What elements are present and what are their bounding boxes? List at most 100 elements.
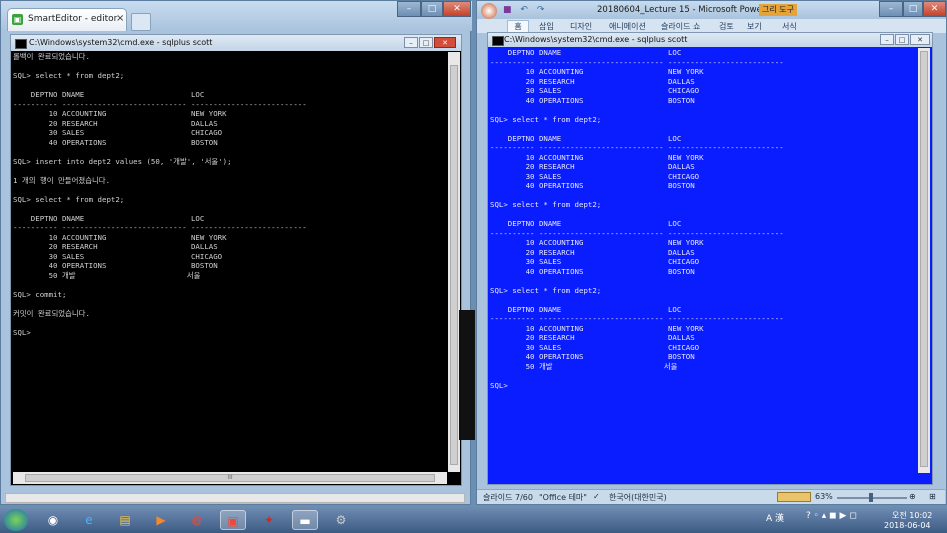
close-button[interactable]: ✕ [443,1,471,17]
internet-explorer-icon[interactable]: e [76,510,102,530]
cmd-right-line [490,191,918,201]
cmd-right-line [490,276,918,286]
start-button[interactable] [4,509,28,531]
cmd-right-line: 10 ACCOUNTING NEW YORK [490,238,704,247]
smarteditor-tab[interactable]: ▣ SmartEditor - editor × [7,8,127,31]
ppt-title-bar[interactable]: ■ ↶ ↷ 20180604_Lecture 15 - Microsoft Po… [477,1,946,19]
file-explorer-icon[interactable]: ▤ [112,510,138,530]
clock-date[interactable]: 2018-06-04 [884,521,931,530]
acrobat-icon[interactable]: ✦ [256,510,282,530]
tab-insert[interactable]: 삽입 [539,21,554,32]
ppt-maximize-button[interactable]: □ [903,1,923,17]
cmd-left-line: 롤백이 완료되었습니다. [13,52,90,61]
cmd-right-maximize-button[interactable]: □ [895,34,909,45]
cmd-right-line: 10 ACCOUNTING NEW YORK [490,67,704,76]
editor-horizontal-scrollbar[interactable] [5,493,465,503]
cmd-output[interactable]: 롤백이 완료되었습니다. SQL> select * from dept2; D… [13,52,447,472]
cmd-window-left[interactable]: C:\Windows\system32\cmd.exe - sqlplus sc… [10,34,462,486]
cmd-right-line: ---------- ---------------------------- … [490,57,784,67]
cmd-right-line: ---------- ---------------------------- … [490,143,784,152]
save-icon[interactable]: ■ [503,5,512,15]
cmd-title-bar-right[interactable]: C:\Windows\system32\cmd.exe - sqlplus sc… [488,33,932,47]
cmd-right-line: ---------- ---------------------------- … [490,314,784,323]
tab-animations[interactable]: 애니메이션 [609,21,646,32]
cmd-right-line: 20 RESEARCH DALLAS [490,162,695,171]
cmd-title: C:\Windows\system32\cmd.exe - sqlplus sc… [29,38,213,47]
cmd-right-line [490,105,918,115]
undo-icon[interactable]: ↶ [520,5,528,15]
cmd-right-line: 30 SALES CHICAGO [490,86,700,95]
tab-slideshow[interactable]: 슬라이드 쇼 [661,21,700,32]
vertical-scroll-thumb-right[interactable] [920,51,928,467]
ppt-minimize-button[interactable]: – [879,1,903,17]
cmd-right-line: 50 개발 서울 [490,361,678,371]
cmd-right-line: SQL> select * from dept2; [490,285,602,295]
tab-view[interactable]: 보기 [747,21,762,32]
cmd-minimize-button[interactable]: – [404,37,418,48]
zoom-in-icon[interactable]: ⊕ [909,492,916,501]
smarteditor-window: ▣ SmartEditor - editor × – □ ✕ C:\Window… [0,0,472,505]
spellcheck-icon[interactable]: ✓ [593,492,600,501]
ppt-close-button[interactable]: ✕ [923,1,946,17]
cmd-maximize-button[interactable]: □ [419,37,433,48]
tool-icon[interactable]: ⚙ [328,510,354,530]
tab-review[interactable]: 검토 [719,21,734,32]
cmd-left-line: SQL> commit; [13,289,67,299]
cmd-right-line: DEPTNO DNAME LOC [490,304,682,314]
cmd-left-line: DEPTNO DNAME LOC [13,213,205,223]
cmd-right-line: 30 SALES CHICAGO [490,257,700,266]
cmd-output-right[interactable]: DEPTNO DNAME LOC ---------- -------------… [490,48,918,473]
cmd-icon [492,36,504,46]
cmd-right-line: SQL> select * from dept2; [490,114,602,124]
cmd-right-close-button[interactable]: ✕ [910,34,930,45]
theme-name[interactable]: "Office 테마" [539,492,587,503]
cmd-right-line: 40 OPERATIONS BOSTON [490,181,695,190]
new-tab-button[interactable] [131,13,151,31]
tab-design[interactable]: 디자인 [570,21,592,32]
zoom-slider-knob[interactable] [869,493,873,502]
cmd-window-right[interactable]: C:\Windows\system32\cmd.exe - sqlplus sc… [487,32,933,485]
horizontal-scroll-thumb[interactable]: III [25,474,435,482]
vertical-scroll-thumb[interactable] [450,65,458,465]
chrome-icon[interactable]: ◍ [184,510,210,530]
cmd-taskbar-icon[interactable]: ▬ [292,510,318,530]
view-buttons[interactable] [777,492,811,502]
minimize-button[interactable]: – [397,1,421,17]
redo-icon[interactable]: ↷ [537,5,545,15]
zoom-level[interactable]: 63% [815,492,833,501]
ime-indicator[interactable]: A 漢 [766,511,784,524]
cmd-left-line: SQL> [13,327,31,337]
cmd-left-line: ---------- ---------------------------- … [13,223,307,232]
maximize-button[interactable]: □ [421,1,443,17]
cmd-left-line: 20 RESEARCH DALLAS [13,118,218,128]
cmd-right-minimize-button[interactable]: – [880,34,894,45]
ribbon-tabs: 홈 삽입 디자인 애니메이션 슬라이드 쇼 검토 보기 서식 [477,19,946,33]
cmd-left-line: 20 RESEARCH DALLAS [13,242,218,251]
cmd-left-line [13,147,447,157]
fit-slide-icon[interactable]: ⊞ [929,492,936,501]
cmd-left-line [13,62,447,72]
drawing-tools-tab[interactable]: 그리 도구 [759,4,797,16]
tab-close-icon[interactable]: × [116,13,124,24]
taskbar-icon-explorer-app[interactable]: ◉ [40,510,66,530]
media-player-icon[interactable]: ▶ [148,510,174,530]
ppt-status-bar: 슬라이드 7/60 "Office 테마" ✓ 한국어(대한민국) 63% ⊕ … [477,489,945,504]
language-label[interactable]: 한국어(대한민국) [609,492,667,503]
tray-icons[interactable]: ? ◦ ▴ ◼ ▶ ◻ [806,511,857,521]
quick-access-toolbar[interactable]: ■ ↶ ↷ [503,5,563,15]
powerpoint-icon[interactable]: ▣ [220,510,246,530]
cmd-left-line [13,318,447,328]
clock-time[interactable]: 오전 10:02 [892,510,932,521]
cmd-left-line: 40 OPERATIONS BOSTON [13,137,218,147]
cmd-left-line: ---------- ---------------------------- … [13,99,307,109]
cmd-title-bar[interactable]: C:\Windows\system32\cmd.exe - sqlplus sc… [11,35,461,51]
cmd-right-line [490,210,918,220]
tab-format[interactable]: 서식 [782,21,797,32]
cmd-left-line [13,185,447,195]
cmd-close-button[interactable]: ✕ [434,37,456,48]
office-button-icon[interactable] [481,3,497,19]
cmd-left-line [13,204,447,214]
cmd-left-line: SQL> insert into dept2 values (50, '개발',… [13,156,232,166]
cmd-right-line: 10 ACCOUNTING NEW YORK [490,323,704,333]
cmd-right-line: 20 RESEARCH DALLAS [490,333,695,342]
